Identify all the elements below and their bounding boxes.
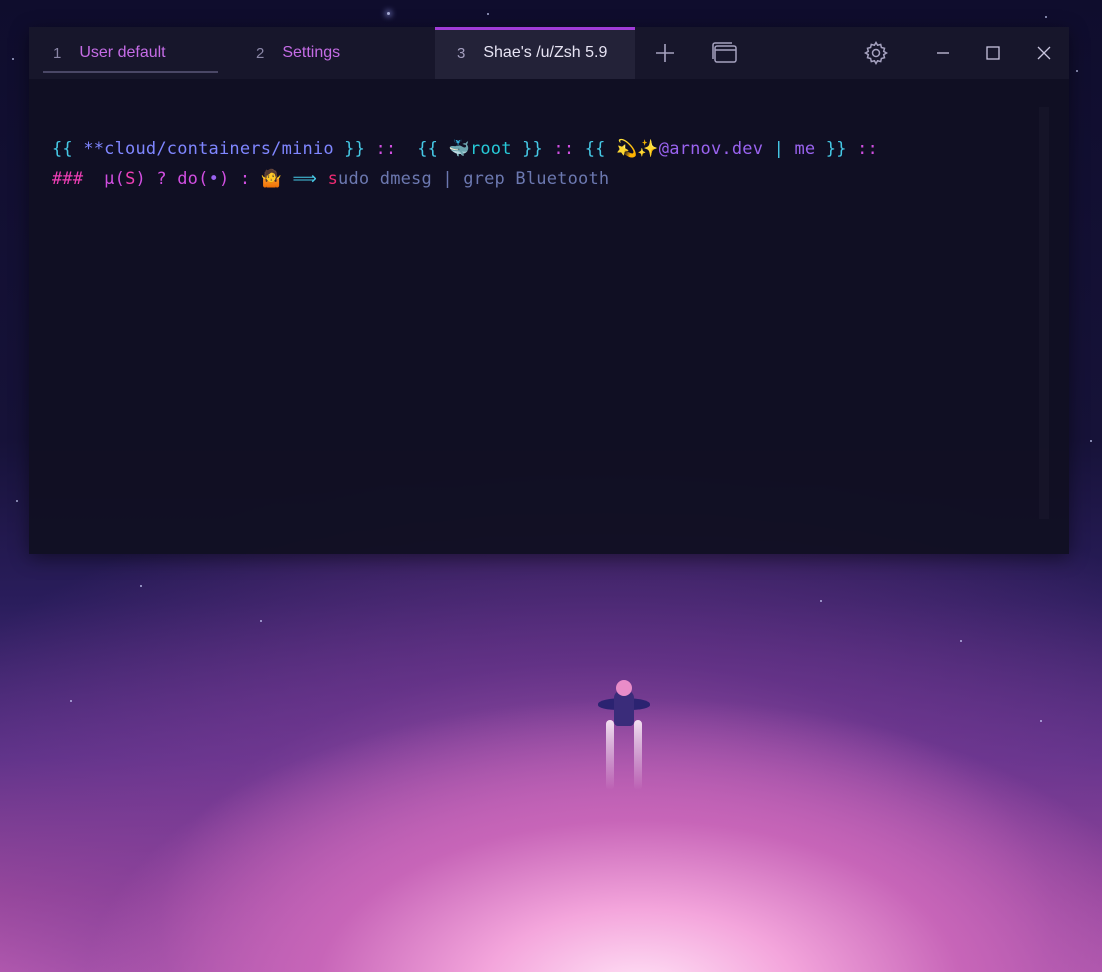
prompt-dot: • xyxy=(208,169,219,189)
terminal-window: 1 User default 2 Settings 3 Shae's /u/Zs… xyxy=(29,27,1069,554)
wallpaper-figure xyxy=(598,680,650,790)
star xyxy=(820,600,822,602)
tab-dropdown-button[interactable] xyxy=(707,35,743,71)
prompt-line-2: ### μ(S) ? do(•) : 🤷 ⟹ sudo dmesg | grep… xyxy=(52,169,609,189)
sparkles-icon: 💫✨ xyxy=(616,139,659,159)
star xyxy=(1040,720,1042,722)
close-icon xyxy=(1037,46,1051,60)
tab-label: Shae's /u/Zsh 5.9 xyxy=(483,44,608,61)
command-text: udo dmesg xyxy=(338,169,443,189)
tab-number: 2 xyxy=(256,44,265,62)
minimize-button[interactable] xyxy=(925,35,961,71)
close-button[interactable] xyxy=(1026,35,1062,71)
star xyxy=(1076,70,1078,72)
prompt-handle: @arnov.dev xyxy=(658,139,764,159)
minimize-icon xyxy=(937,52,949,54)
star xyxy=(1090,440,1092,442)
command-first-char: s xyxy=(327,169,339,189)
gear-icon xyxy=(864,41,888,65)
panes-icon xyxy=(712,42,737,63)
tab-label: User default xyxy=(79,44,166,61)
star xyxy=(70,700,72,702)
title-bar: 1 User default 2 Settings 3 Shae's /u/Zs… xyxy=(29,27,1069,79)
star xyxy=(12,58,14,60)
tab-number: 3 xyxy=(457,44,466,62)
prompt-do: do( xyxy=(177,169,209,189)
tab-label: Settings xyxy=(282,44,341,61)
command-pipe: | xyxy=(442,169,464,189)
docker-whale-icon: 🐳 xyxy=(448,139,470,159)
settings-button[interactable] xyxy=(858,35,894,71)
star xyxy=(487,13,489,15)
prompt-arrow: ⟹ xyxy=(282,169,328,189)
prompt-mu: μ( xyxy=(83,169,126,189)
maximize-button[interactable] xyxy=(975,35,1011,71)
tab-number: 1 xyxy=(53,44,62,62)
brace-open: {{ xyxy=(52,139,84,159)
prompt-question: ? xyxy=(145,169,178,189)
star xyxy=(1045,16,1047,18)
separator: :: xyxy=(365,139,407,159)
scrollbar[interactable] xyxy=(1039,107,1049,519)
star xyxy=(260,620,262,622)
tab-underline xyxy=(43,71,218,73)
terminal-content[interactable]: {{ **cloud/containers/minio }} :: {{ 🐳ro… xyxy=(29,79,1069,554)
prompt-mu-close: ) xyxy=(135,169,146,189)
shrug-icon: 🤷 xyxy=(260,169,283,189)
plus-icon xyxy=(656,44,674,62)
star xyxy=(387,12,390,15)
command-grep: grep Bluetooth xyxy=(463,169,610,189)
star xyxy=(140,585,142,587)
brace-open: {{ xyxy=(406,139,449,159)
maximize-icon xyxy=(986,46,1000,60)
active-tab-indicator xyxy=(435,27,635,30)
brace-close: }} xyxy=(511,139,543,159)
star xyxy=(960,640,962,642)
prompt-user: root xyxy=(469,139,512,159)
new-tab-button[interactable] xyxy=(647,35,683,71)
prompt-do-close: ) xyxy=(219,169,230,189)
tab-settings[interactable]: 2 Settings xyxy=(246,27,436,79)
prompt-path: **cloud/containers/minio xyxy=(83,139,334,159)
star xyxy=(16,500,18,502)
prompt-me: me xyxy=(794,139,816,159)
prompt-hashes: ### xyxy=(52,169,84,189)
prompt-status-s: S xyxy=(125,169,136,189)
tab-zsh-active[interactable]: 3 Shae's /u/Zsh 5.9 xyxy=(435,27,635,79)
brace-open: {{ xyxy=(584,139,617,159)
brace-close: }} xyxy=(333,139,366,159)
prompt-colon: : xyxy=(229,169,261,189)
brace-close: }} xyxy=(815,139,847,159)
pipe: | xyxy=(763,139,795,159)
prompt-line-1: {{ **cloud/containers/minio }} :: {{ 🐳ro… xyxy=(52,139,878,159)
tab-user-default[interactable]: 1 User default xyxy=(43,27,218,79)
separator: :: xyxy=(543,139,585,159)
separator: :: xyxy=(846,139,878,159)
